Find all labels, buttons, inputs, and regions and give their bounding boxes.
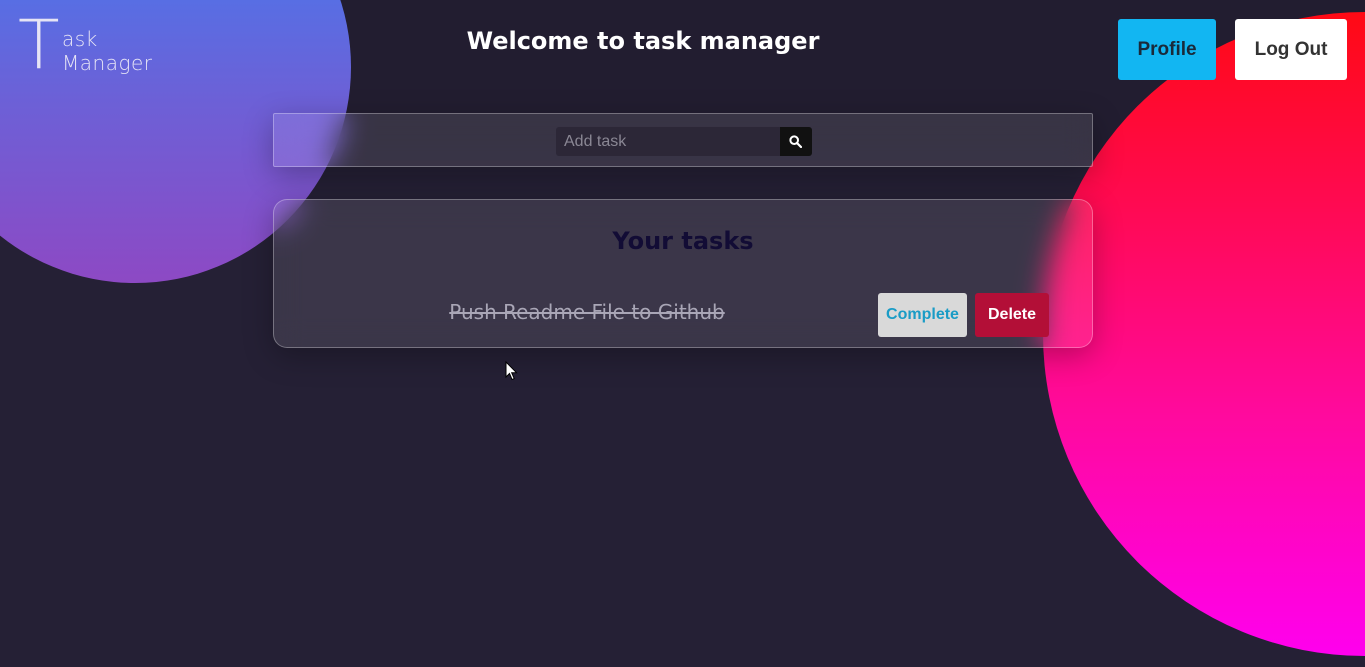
logo-initial: T bbox=[18, 6, 60, 85]
add-task-input[interactable] bbox=[556, 127, 780, 156]
search-icon bbox=[789, 135, 802, 148]
app-logo: T ask Manager bbox=[18, 12, 168, 82]
logout-button[interactable]: Log Out bbox=[1235, 19, 1347, 80]
tasks-heading: Your tasks bbox=[612, 227, 754, 255]
delete-task-button[interactable]: Delete bbox=[975, 293, 1049, 337]
profile-button[interactable]: Profile bbox=[1118, 19, 1216, 80]
page-title: Welcome to task manager bbox=[466, 27, 820, 55]
add-task-submit-button[interactable] bbox=[780, 127, 812, 156]
task-text: Push Readme File to Github bbox=[449, 300, 725, 324]
app-screen: T ask Manager Welcome to task manager Pr… bbox=[0, 0, 1365, 667]
add-task-form bbox=[556, 127, 812, 156]
logo-wordmark: ask Manager bbox=[62, 27, 152, 75]
complete-task-button[interactable]: Complete bbox=[878, 293, 967, 337]
tasks-panel: Your tasks Push Readme File to Github Co… bbox=[273, 199, 1093, 348]
task-item: Push Readme File to Github Complete Dele… bbox=[274, 293, 1092, 338]
add-task-panel bbox=[273, 113, 1093, 167]
mouse-pointer-icon bbox=[505, 361, 518, 381]
logo-line-1: ask bbox=[62, 27, 98, 51]
logo-line-2: Manager bbox=[62, 51, 153, 75]
